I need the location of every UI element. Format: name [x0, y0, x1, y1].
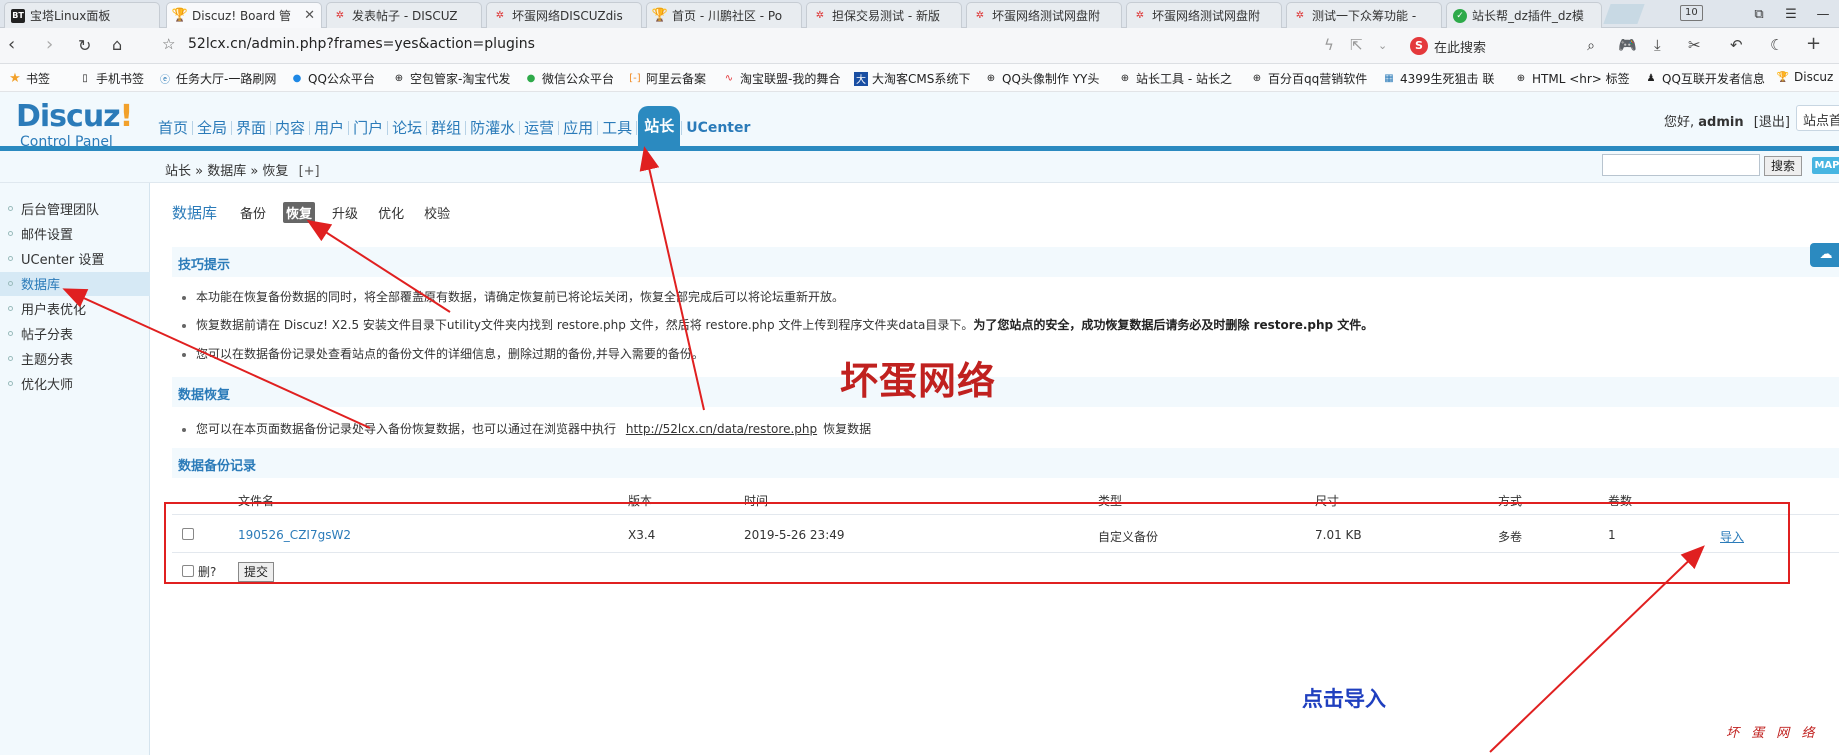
arrow-to-database-sidebar — [62, 288, 371, 429]
annotation-arrows — [62, 146, 1705, 753]
arrow-to-webmaster-nav — [639, 146, 705, 411]
arrow-to-restore-tab — [306, 219, 451, 313]
arrow-to-import-link — [1489, 545, 1705, 753]
